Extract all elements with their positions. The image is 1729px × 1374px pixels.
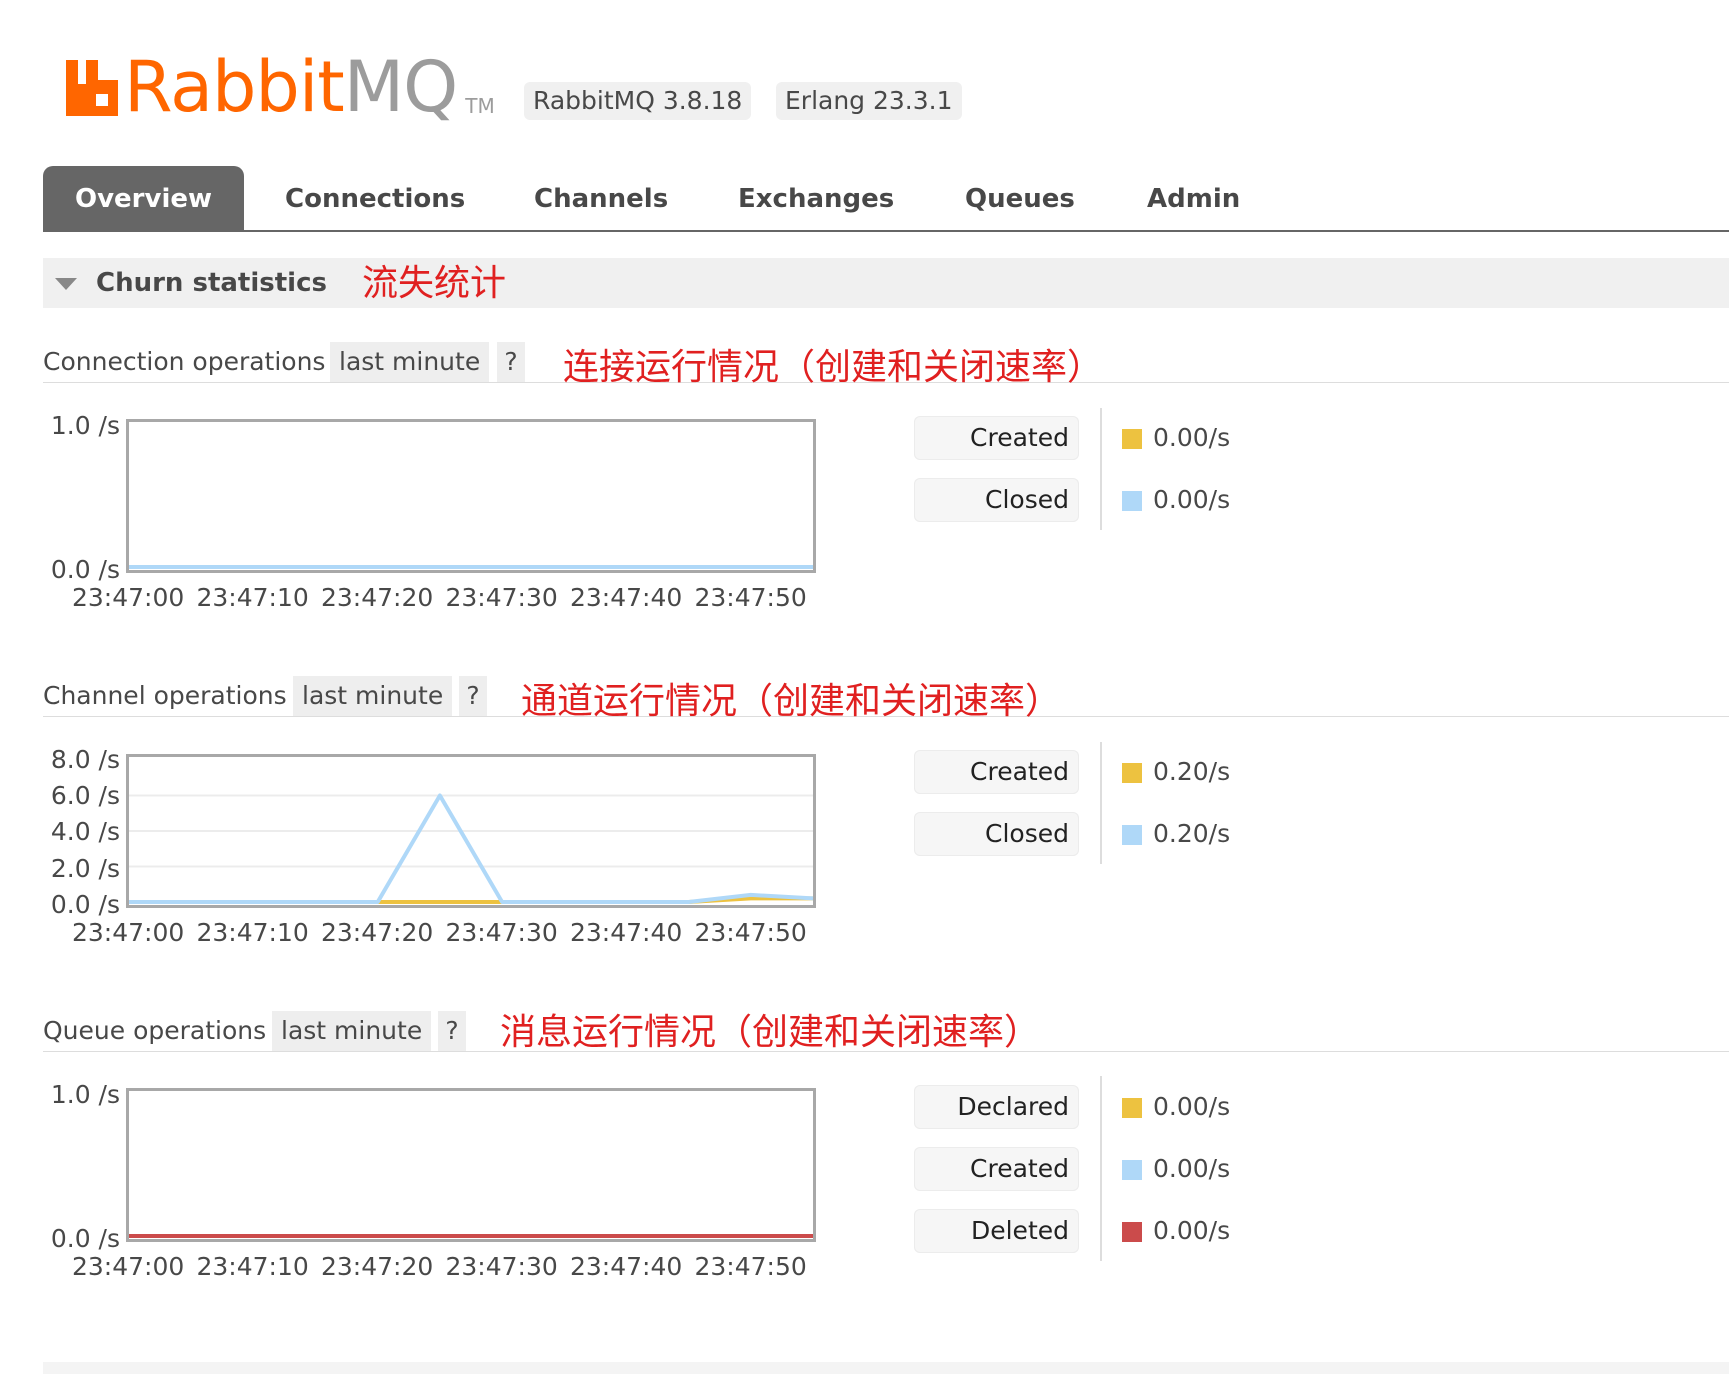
block-label: Connection operations xyxy=(43,347,326,376)
legend-item[interactable]: Declared xyxy=(914,1085,1079,1129)
rabbitmq-logo-icon xyxy=(66,60,118,116)
rabbitmq-logo: Rabbit MQ TM xyxy=(66,42,495,122)
block-label: Channel operations xyxy=(43,681,287,710)
legend-rate: 0.00/s xyxy=(1153,1092,1231,1121)
x-tick-label: 23:47:00 xyxy=(72,918,185,947)
chart-svg xyxy=(129,565,813,569)
y-tick-label: 0.0 /s xyxy=(50,890,120,919)
legend-swatch xyxy=(1122,763,1142,783)
legend-swatch xyxy=(1122,491,1142,511)
time-range-selector[interactable]: last minute xyxy=(293,676,453,716)
x-tick-label: 23:47:10 xyxy=(196,583,309,612)
legend-swatch xyxy=(1122,1222,1142,1242)
tab-admin[interactable]: Admin xyxy=(1147,166,1240,230)
section-annotation: 流失统计 xyxy=(362,263,507,304)
legend-item[interactable]: Created xyxy=(914,1147,1079,1191)
x-tick-label: 23:47:00 xyxy=(72,1252,185,1281)
y-tick-label: 6.0 /s xyxy=(50,781,120,810)
legend-swatch xyxy=(1122,1160,1142,1180)
legend-item[interactable]: Created xyxy=(914,750,1079,794)
legend-rate: 0.20/s xyxy=(1153,819,1231,848)
x-tick-label: 23:47:50 xyxy=(694,583,807,612)
main-nav-tabs: Overview Connections Channels Exchanges … xyxy=(43,166,1729,232)
section-title: Churn statistics xyxy=(96,268,327,298)
y-tick-label: 1.0 /s xyxy=(50,411,120,440)
collapse-triangle-icon[interactable] xyxy=(55,278,77,290)
next-section-band xyxy=(43,1362,1729,1374)
x-tick-label: 23:47:30 xyxy=(445,583,558,612)
block-annotation: 连接运行情况（创建和关闭速率） xyxy=(563,347,1104,388)
tab-queues[interactable]: Queues xyxy=(965,166,1075,230)
x-tick-label: 23:47:20 xyxy=(321,583,434,612)
legend-item[interactable]: Closed xyxy=(914,812,1079,856)
help-button[interactable]: ? xyxy=(438,1011,466,1051)
x-tick-label: 23:47:50 xyxy=(694,1252,807,1281)
legend-rate: 0.20/s xyxy=(1153,757,1231,786)
y-tick-label: 4.0 /s xyxy=(50,817,120,846)
queue-operations-chart xyxy=(126,1088,816,1242)
x-tick-label: 23:47:50 xyxy=(694,918,807,947)
x-tick-label: 23:47:00 xyxy=(72,583,185,612)
x-tick-label: 23:47:10 xyxy=(196,1252,309,1281)
block-annotation: 消息运行情况（创建和关闭速率） xyxy=(500,1012,1041,1053)
time-range-selector[interactable]: last minute xyxy=(330,342,490,382)
version-badge: RabbitMQ 3.8.18 xyxy=(524,82,752,120)
erlang-version-badge: Erlang 23.3.1 xyxy=(776,82,962,120)
x-axis-labels: 23:47:00 23:47:10 23:47:20 23:47:30 23:47:40… xyxy=(72,1252,819,1281)
logo-trademark: TM xyxy=(465,94,495,118)
legend-swatch xyxy=(1122,1098,1142,1118)
x-tick-label: 23:47:20 xyxy=(321,1252,434,1281)
legend-item[interactable]: Deleted xyxy=(914,1209,1079,1253)
x-axis-labels: 23:47:00 23:47:10 23:47:20 23:47:30 23:47:40… xyxy=(72,918,819,947)
x-tick-label: 23:47:20 xyxy=(321,918,434,947)
y-tick-label: 2.0 /s xyxy=(50,854,120,883)
legend-swatch xyxy=(1122,825,1142,845)
x-tick-label: 23:47:40 xyxy=(570,583,683,612)
series-line-closed xyxy=(129,793,813,904)
legend-swatch xyxy=(1122,429,1142,449)
block-label: Queue operations xyxy=(43,1016,267,1045)
legend-rate: 0.00/s xyxy=(1153,485,1231,514)
x-axis-labels: 23:47:00 23:47:10 23:47:20 23:47:30 23:47:40… xyxy=(72,583,819,612)
legend-rate: 0.00/s xyxy=(1153,423,1231,452)
legend-divider xyxy=(1100,408,1102,530)
block-annotation: 通道运行情况（创建和关闭速率） xyxy=(521,681,1062,722)
legend-rate: 0.00/s xyxy=(1153,1154,1231,1183)
tab-connections[interactable]: Connections xyxy=(285,166,465,230)
help-button[interactable]: ? xyxy=(459,676,487,716)
legend-divider xyxy=(1100,742,1102,864)
legend-rate: 0.00/s xyxy=(1153,1216,1231,1245)
legend-item[interactable]: Created xyxy=(914,416,1079,460)
time-range-selector[interactable]: last minute xyxy=(272,1011,432,1051)
chart-svg xyxy=(129,793,813,904)
tab-channels[interactable]: Channels xyxy=(534,166,668,230)
x-tick-label: 23:47:30 xyxy=(445,918,558,947)
x-tick-label: 23:47:40 xyxy=(570,918,683,947)
logo-text-mq: MQ xyxy=(343,46,458,128)
help-button[interactable]: ? xyxy=(497,342,525,382)
channel-operations-chart xyxy=(126,754,816,908)
x-tick-label: 23:47:10 xyxy=(196,918,309,947)
y-tick-label: 8.0 /s xyxy=(50,745,120,774)
legend-item[interactable]: Closed xyxy=(914,478,1079,522)
x-tick-label: 23:47:40 xyxy=(570,1252,683,1281)
connection-operations-chart xyxy=(126,419,816,573)
chart-svg xyxy=(129,1234,813,1238)
y-tick-label: 1.0 /s xyxy=(50,1080,120,1109)
x-tick-label: 23:47:30 xyxy=(445,1252,558,1281)
churn-statistics-section-header[interactable]: Churn statistics xyxy=(43,258,1729,308)
y-tick-label: 0.0 /s xyxy=(50,555,120,584)
tab-overview[interactable]: Overview xyxy=(43,166,245,230)
logo-text-rabbit: Rabbit xyxy=(124,46,345,128)
legend-divider xyxy=(1100,1076,1102,1261)
y-tick-label: 0.0 /s xyxy=(50,1224,120,1253)
tab-exchanges[interactable]: Exchanges xyxy=(738,166,894,230)
